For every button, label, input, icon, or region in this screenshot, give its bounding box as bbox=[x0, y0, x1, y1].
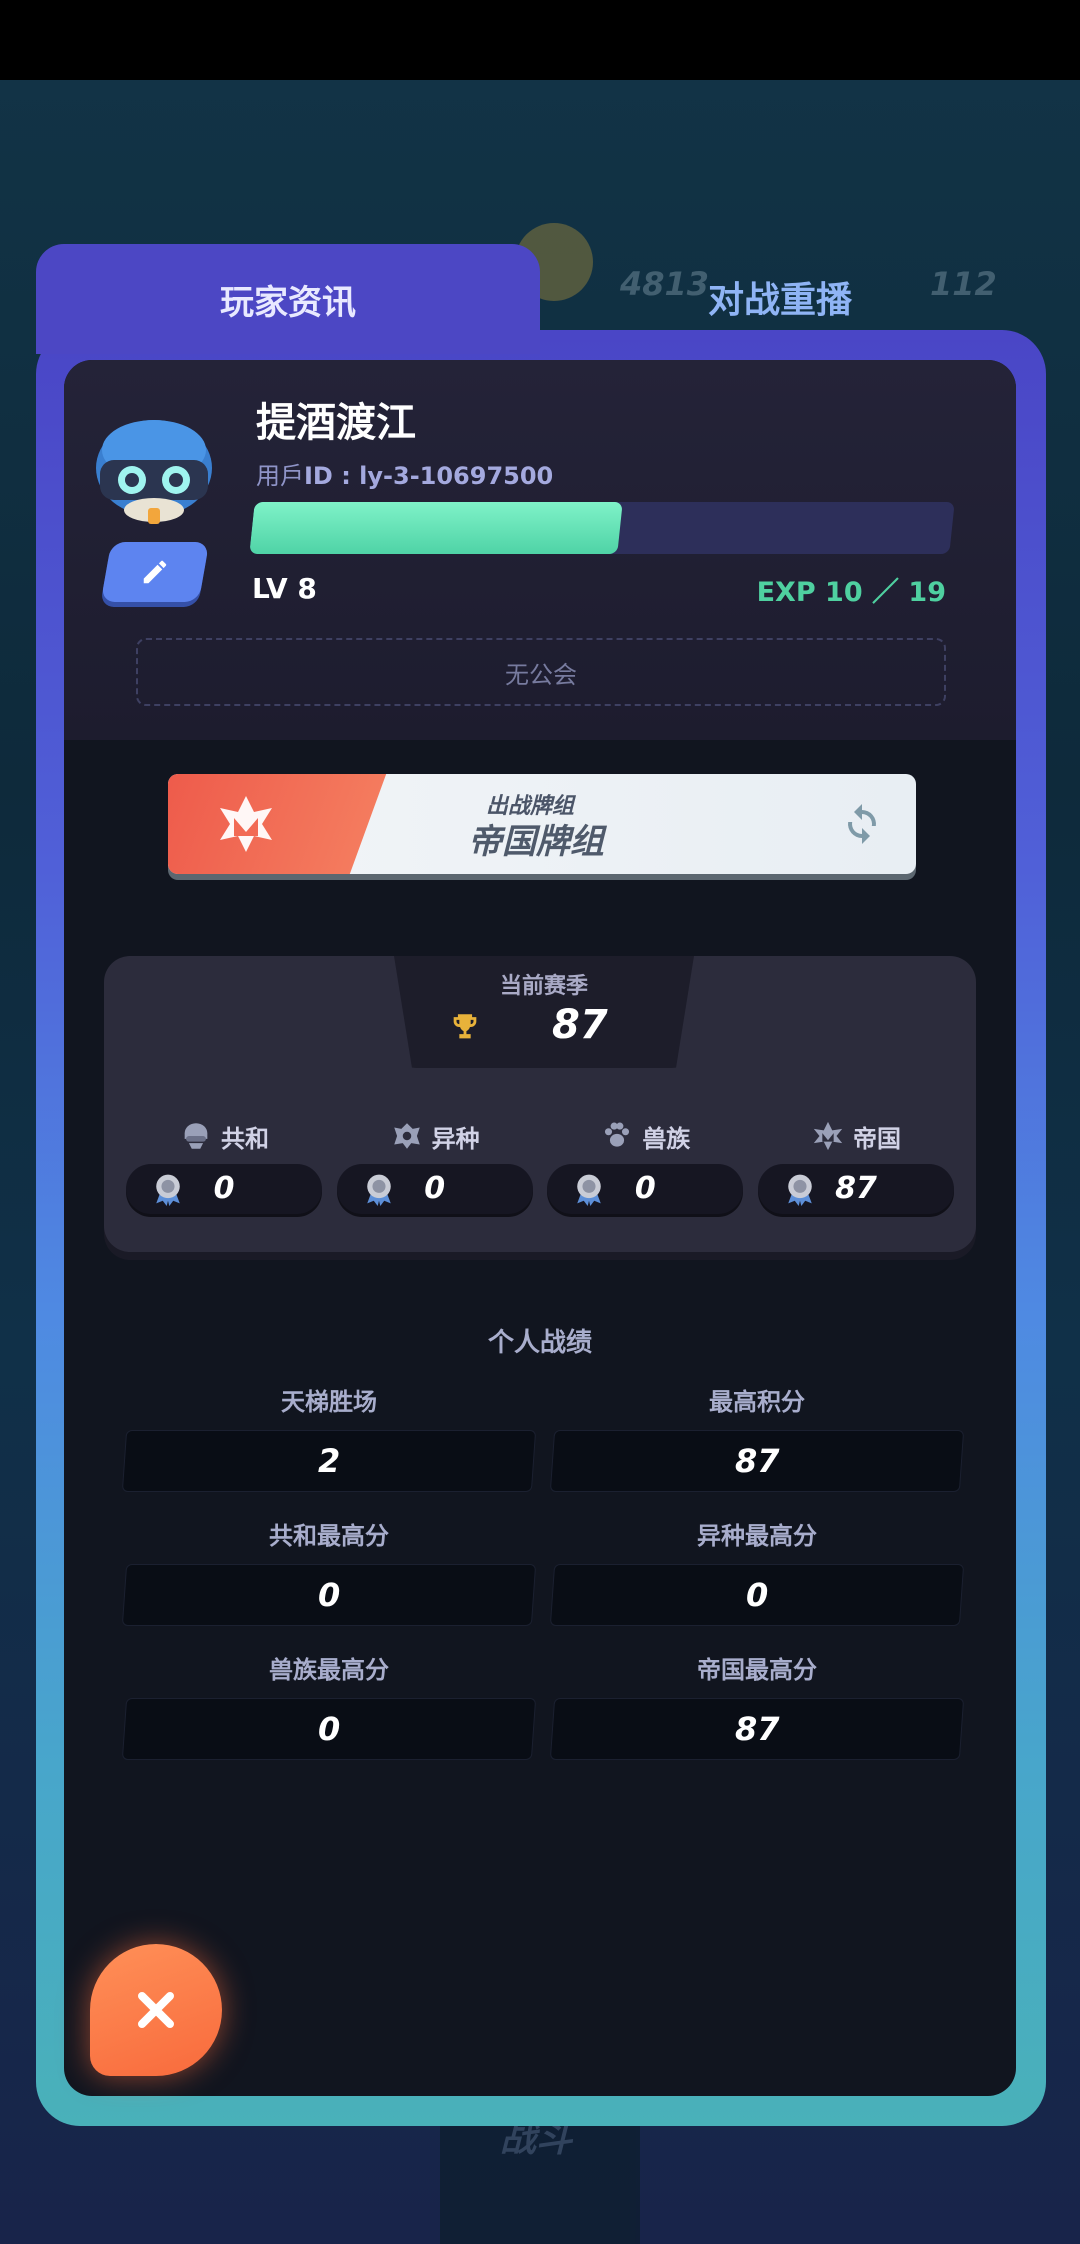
faction-score: 87 bbox=[835, 1171, 877, 1206]
faction-republic: 共和 0 bbox=[126, 1116, 322, 1214]
close-icon bbox=[138, 1992, 174, 2028]
faction-empire: 帝国 87 bbox=[757, 1116, 954, 1214]
stat-value: 0 bbox=[745, 1576, 769, 1614]
stat-value: 0 bbox=[317, 1576, 341, 1614]
exp-progress-fill bbox=[249, 502, 624, 554]
faction-name: 兽族 bbox=[642, 1124, 691, 1153]
stat-box: 87 bbox=[549, 1698, 965, 1760]
stat-value: 0 bbox=[317, 1710, 341, 1748]
deck-name: 帝国牌组 bbox=[468, 822, 604, 862]
personal-stats-title: 个人战绩 bbox=[487, 1328, 592, 1358]
stat-label: 最高积分 bbox=[709, 1388, 805, 1416]
season-card: 当前赛季 87 共和 0 异种 0 兽族 0 帝国 87 bbox=[104, 956, 976, 1252]
faction-list: 共和 0 异种 0 兽族 0 帝国 87 bbox=[126, 1116, 954, 1214]
guild-box[interactable]: 无公会 bbox=[136, 638, 946, 706]
faction-xeno: 异种 0 bbox=[336, 1116, 533, 1214]
season-header: 当前赛季 87 bbox=[394, 956, 694, 1068]
close-button[interactable] bbox=[90, 1944, 222, 2076]
stat-value: 87 bbox=[734, 1710, 780, 1748]
stat-label: 兽族最高分 bbox=[269, 1656, 389, 1684]
gem-count: 112 bbox=[930, 265, 997, 303]
stat-box: 0 bbox=[121, 1698, 537, 1760]
uid-value: ID : ly-3-10697500 bbox=[304, 462, 554, 490]
exp-text: EXP 10 ／ 19 bbox=[756, 577, 946, 608]
stat-label: 共和最高分 bbox=[269, 1522, 389, 1550]
pencil-icon bbox=[143, 560, 167, 584]
faction-score: 0 bbox=[213, 1171, 235, 1206]
republic-icon bbox=[184, 1123, 208, 1149]
faction-score: 0 bbox=[634, 1171, 656, 1206]
profile-section: 提酒渡江 用戶ID : ly-3-10697500 LV 8 EXP 10 ／ … bbox=[64, 360, 1016, 740]
status-bar bbox=[0, 0, 1080, 80]
tab-player-info[interactable]: 玩家资讯 bbox=[36, 244, 540, 354]
stat-ladder-wins: 天梯胜场 2 bbox=[121, 1382, 537, 1492]
stat-highest-score: 最高积分 87 bbox=[549, 1382, 965, 1492]
faction-name: 帝国 bbox=[852, 1124, 901, 1153]
player-info-screen: 4813 112 战斗 玩家资讯 对战重播 提酒渡江 用戶ID: ly-3-1… bbox=[0, 0, 1080, 2244]
stat-box: 2 bbox=[121, 1430, 537, 1492]
stat-empire-best: 帝国最高分 87 bbox=[549, 1650, 965, 1760]
stat-box: 0 bbox=[549, 1564, 965, 1626]
stat-beast-best: 兽族最高分 0 bbox=[121, 1650, 537, 1760]
exp-progress-bar bbox=[249, 502, 955, 554]
faction-name: 共和 bbox=[221, 1124, 269, 1153]
edit-profile-button[interactable] bbox=[100, 542, 210, 602]
beast-paw-icon bbox=[605, 1122, 630, 1147]
stat-value: 87 bbox=[734, 1442, 780, 1480]
season-score: 87 bbox=[552, 1002, 608, 1048]
player-level: LV 8 bbox=[252, 572, 317, 605]
stat-xeno-best: 异种最高分 0 bbox=[549, 1516, 965, 1626]
stat-box: 87 bbox=[549, 1430, 965, 1492]
faction-beast: 兽族 0 bbox=[547, 1116, 744, 1214]
stat-label: 异种最高分 bbox=[697, 1522, 817, 1550]
player-name: 提酒渡江 bbox=[256, 400, 416, 446]
stat-value: 2 bbox=[317, 1442, 341, 1480]
tab-battle-replay[interactable]: 对战重播 bbox=[650, 262, 910, 332]
helmet-avatar-icon[interactable] bbox=[90, 410, 218, 530]
empire-emblem-icon bbox=[220, 796, 272, 852]
faction-score: 0 bbox=[424, 1171, 446, 1206]
faction-name: 异种 bbox=[431, 1124, 480, 1153]
active-deck-banner[interactable]: 出战牌组 帝国牌组 bbox=[168, 774, 916, 874]
dialog-panel: 提酒渡江 用戶ID : ly-3-10697500 LV 8 EXP 10 ／ … bbox=[64, 360, 1016, 2096]
trophy-icon bbox=[448, 1010, 482, 1044]
player-uid: 用戶ID : ly-3-10697500 bbox=[256, 456, 553, 491]
stat-label: 帝国最高分 bbox=[697, 1656, 817, 1684]
refresh-icon[interactable] bbox=[838, 800, 886, 848]
stat-republic-best: 共和最高分 0 bbox=[121, 1516, 537, 1626]
stat-box: 0 bbox=[121, 1564, 537, 1626]
stat-label: 天梯胜场 bbox=[281, 1388, 377, 1416]
uid-prefix: 用戶 bbox=[256, 462, 304, 490]
empire-icon bbox=[813, 1121, 843, 1151]
xeno-icon bbox=[393, 1123, 420, 1149]
season-title: 当前赛季 bbox=[499, 974, 588, 999]
